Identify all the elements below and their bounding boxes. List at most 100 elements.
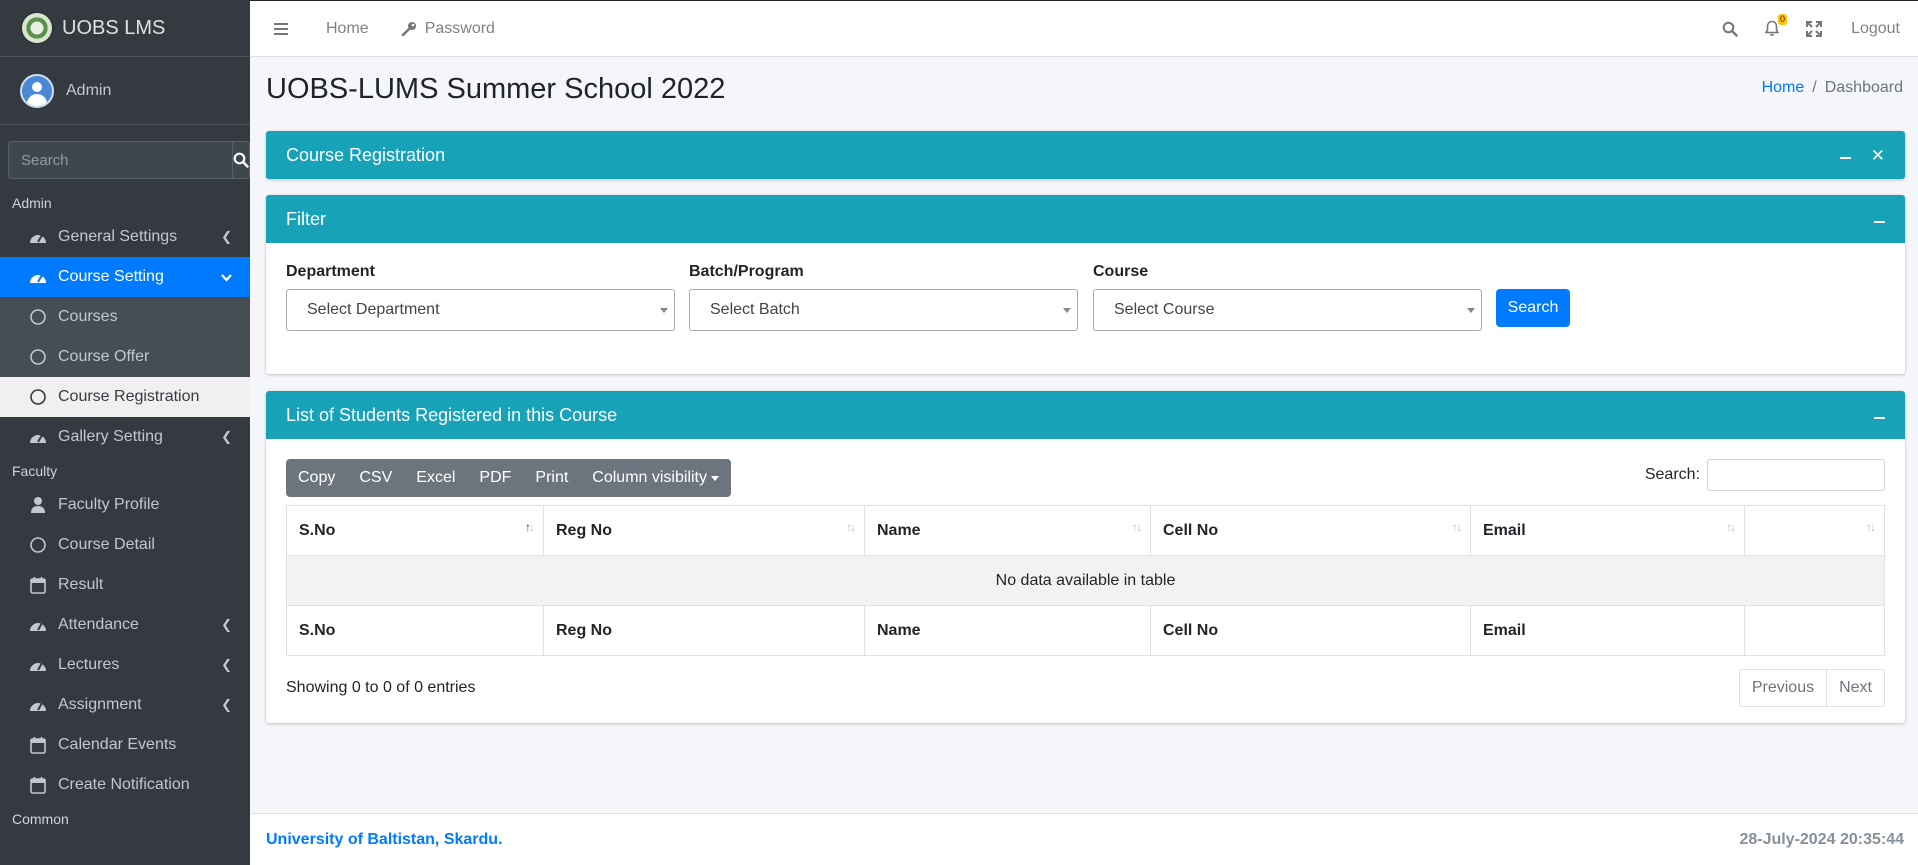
- page-footer: University of Baltistan, Skardu. 28-July…: [250, 813, 1918, 865]
- brand-title: UOBS LMS: [62, 16, 166, 39]
- sidebar-item-course-detail[interactable]: Course Detail: [0, 525, 250, 565]
- notifications-button[interactable]: 0: [1751, 14, 1793, 37]
- sort-icon: ↑↓: [1866, 520, 1876, 534]
- sidebar-item-label: Calendar Events: [58, 736, 177, 753]
- top-navbar: Home Password 0 Logout: [250, 0, 1918, 57]
- sidebar-item-result[interactable]: Result: [0, 565, 250, 605]
- sidebar-item-courses[interactable]: Courses: [0, 297, 250, 337]
- copy-button[interactable]: Copy: [286, 459, 347, 497]
- batch-label: Batch/Program: [689, 263, 804, 280]
- minus-icon: [1874, 417, 1885, 419]
- course-registration-card: Course Registration ✕: [266, 131, 1905, 179]
- breadcrumb-separator: /: [1812, 79, 1817, 96]
- previous-page-button[interactable]: Previous: [1740, 670, 1826, 706]
- students-table: S.No ↑↓ Reg No ↑↓ Name ↑↓ Cell No ↑↓ Email ↑↓…: [286, 505, 1885, 656]
- sidebar-item-label: Course Offer: [58, 348, 150, 365]
- gauge-icon: [28, 267, 48, 287]
- department-select[interactable]: Select Department: [286, 289, 675, 331]
- batch-select[interactable]: Select Batch: [689, 289, 1078, 331]
- minus-icon: [1839, 157, 1851, 159]
- pdf-button[interactable]: PDF: [467, 459, 523, 497]
- breadcrumb: Home / Dashboard: [1762, 79, 1903, 97]
- navbar-search-button[interactable]: [1709, 21, 1751, 37]
- table-empty-row: No data available in table: [286, 555, 1885, 606]
- sidebar-item-label: Assignment: [58, 696, 142, 713]
- department-group: Department Select Department: [286, 263, 675, 331]
- filter-body: Department Select Department Batch/Progr…: [266, 243, 1905, 374]
- next-page-button[interactable]: Next: [1826, 670, 1884, 706]
- column-header-name[interactable]: Name ↑↓: [864, 505, 1151, 556]
- table-footer-row: S.No Reg No Name Cell No Email: [286, 605, 1885, 656]
- pagination: Previous Next: [1738, 669, 1885, 707]
- sidebar-item-course-offer[interactable]: Course Offer: [0, 337, 250, 377]
- circle-icon: [28, 347, 48, 367]
- nav-home-link[interactable]: Home: [310, 20, 385, 38]
- collapse-button[interactable]: [1874, 210, 1885, 228]
- collapse-button[interactable]: [1839, 146, 1851, 164]
- notification-count-badge: 0: [1778, 14, 1788, 25]
- logout-link[interactable]: Logout: [1835, 20, 1918, 38]
- column-header-sno[interactable]: S.No ↑↓: [286, 505, 544, 556]
- navbar-right: 0 Logout: [1709, 1, 1918, 56]
- card-header: List of Students Registered in this Cour…: [266, 391, 1905, 439]
- close-icon[interactable]: ✕: [1871, 147, 1885, 164]
- sidebar-item-course-setting[interactable]: Course Setting: [0, 257, 250, 297]
- card-tools: [1874, 406, 1885, 424]
- user-panel[interactable]: Admin: [0, 57, 250, 125]
- page-title: UOBS-LUMS Summer School 2022: [266, 73, 726, 105]
- brand-link[interactable]: UOBS LMS: [0, 0, 250, 57]
- card-title: Course Registration: [286, 144, 446, 165]
- sidebar-item-faculty-profile[interactable]: Faculty Profile: [0, 485, 250, 525]
- circle-icon: [28, 387, 48, 407]
- user-icon: [28, 495, 48, 515]
- university-logo: [22, 13, 52, 43]
- sidebar-search-button[interactable]: [232, 141, 250, 179]
- minus-icon: [1874, 221, 1885, 223]
- column-header-reg-no[interactable]: Reg No ↑↓: [543, 505, 865, 556]
- sidebar-item-create-notification[interactable]: Create Notification: [0, 765, 250, 805]
- footer-name: Name: [864, 605, 1151, 656]
- gauge-icon: [28, 695, 48, 715]
- sort-asc-icon: ↑↓: [525, 520, 535, 534]
- fullscreen-button[interactable]: [1793, 20, 1835, 37]
- sidebar-item-calendar-events[interactable]: Calendar Events: [0, 725, 250, 765]
- collapse-button[interactable]: [1874, 406, 1885, 424]
- print-button[interactable]: Print: [523, 459, 580, 497]
- sort-icon: ↑↓: [1132, 520, 1142, 534]
- sidebar-item-label: Attendance: [58, 616, 139, 633]
- gauge-icon: [28, 615, 48, 635]
- table-search-input[interactable]: [1707, 459, 1885, 491]
- table-body: Copy CSV Excel PDF Print Column visibili…: [266, 439, 1905, 723]
- breadcrumb-home[interactable]: Home: [1762, 79, 1805, 97]
- column-visibility-button[interactable]: Column visibility: [580, 459, 731, 497]
- chevron-left-icon: ❮: [221, 697, 232, 712]
- gauge-icon: [28, 227, 48, 247]
- sidebar-item-general-settings[interactable]: General Settings ❮: [0, 217, 250, 257]
- column-header-cell-no[interactable]: Cell No ↑↓: [1150, 505, 1471, 556]
- sidebar-item-lectures[interactable]: Lectures ❮: [0, 645, 250, 685]
- excel-button[interactable]: Excel: [404, 459, 467, 497]
- csv-button[interactable]: CSV: [347, 459, 404, 497]
- sidebar-item-label: General Settings: [58, 228, 178, 245]
- empty-message: No data available in table: [286, 555, 1885, 606]
- sidebar-item-course-registration[interactable]: Course Registration: [0, 377, 250, 417]
- column-header-actions[interactable]: ↑↓: [1744, 505, 1885, 556]
- card-title: Filter: [286, 208, 326, 229]
- sidebar-item-label: Faculty Profile: [58, 496, 160, 513]
- sidebar-item-attendance[interactable]: Attendance ❮: [0, 605, 250, 645]
- sidebar-item-gallery-setting[interactable]: Gallery Setting ❮: [0, 417, 250, 457]
- nav-password-link[interactable]: Password: [385, 20, 511, 38]
- chevron-left-icon: ❮: [221, 617, 232, 632]
- gauge-icon: [28, 427, 48, 447]
- column-header-email[interactable]: Email ↑↓: [1470, 505, 1745, 556]
- sidebar-item-label: Course Setting: [58, 268, 164, 285]
- filter-search-button[interactable]: Search: [1496, 289, 1570, 327]
- sidebar-item-label: Lectures: [58, 656, 120, 673]
- sidebar-search-input[interactable]: [8, 141, 232, 179]
- sidebar-item-assignment[interactable]: Assignment ❮: [0, 685, 250, 725]
- course-select[interactable]: Select Course: [1093, 289, 1482, 331]
- filter-card: Filter Department Select Department Batc…: [266, 195, 1905, 374]
- university-link[interactable]: University of Baltistan, Skardu.: [266, 831, 503, 849]
- sort-icon: ↑↓: [1726, 520, 1736, 534]
- menu-toggle-button[interactable]: [250, 22, 310, 35]
